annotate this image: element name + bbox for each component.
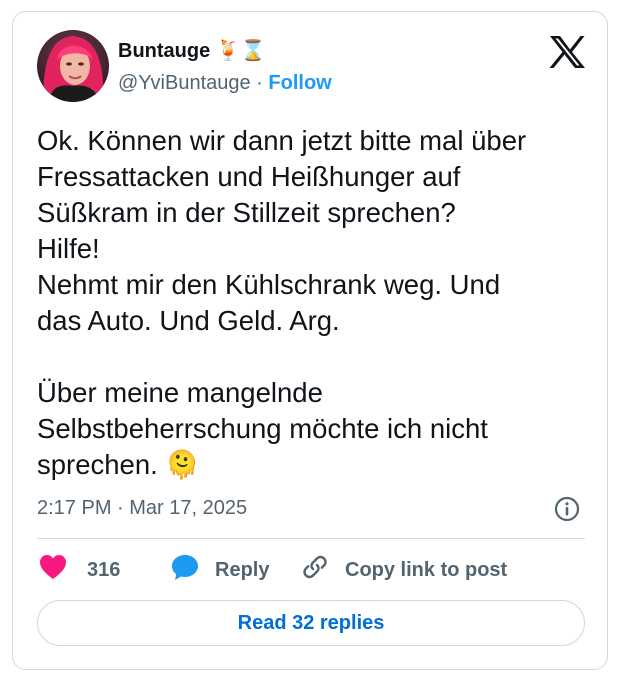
like-button[interactable]: 316 bbox=[39, 552, 120, 588]
author-display-name[interactable]: Buntauge 🍹⌛ bbox=[118, 39, 266, 63]
author-handle-row: @YviBuntauge · Follow bbox=[118, 71, 332, 95]
info-icon[interactable] bbox=[553, 495, 581, 523]
copy-link-label: Copy link to post bbox=[345, 558, 508, 581]
like-count: 316 bbox=[87, 558, 121, 581]
handle-separator: · bbox=[250, 72, 269, 94]
embedded-post-card: Buntauge 🍹⌛ @YviBuntauge · Follow Ok. Kö… bbox=[12, 11, 608, 670]
post-text: Ok. Können wir dann jetzt bitte mal über… bbox=[37, 125, 527, 480]
reply-label: Reply bbox=[215, 558, 270, 581]
x-logo-icon[interactable] bbox=[547, 34, 587, 70]
speech-bubble-icon bbox=[171, 553, 199, 587]
author-handle[interactable]: @YviBuntauge bbox=[118, 72, 251, 94]
heart-icon bbox=[39, 554, 67, 586]
link-icon bbox=[301, 553, 329, 587]
divider bbox=[37, 538, 585, 539]
post-timestamp[interactable]: 2:17 PM · Mar 17, 2025 bbox=[37, 496, 247, 520]
follow-button[interactable]: Follow bbox=[268, 72, 331, 94]
action-bar: 316 Reply Copy link to post bbox=[37, 552, 597, 588]
read-replies-button[interactable]: Read 32 replies bbox=[37, 600, 585, 646]
reply-button[interactable]: Reply bbox=[171, 552, 269, 588]
avatar[interactable] bbox=[37, 30, 109, 102]
avatar-photo bbox=[37, 30, 109, 102]
copy-link-button[interactable]: Copy link to post bbox=[301, 552, 507, 588]
